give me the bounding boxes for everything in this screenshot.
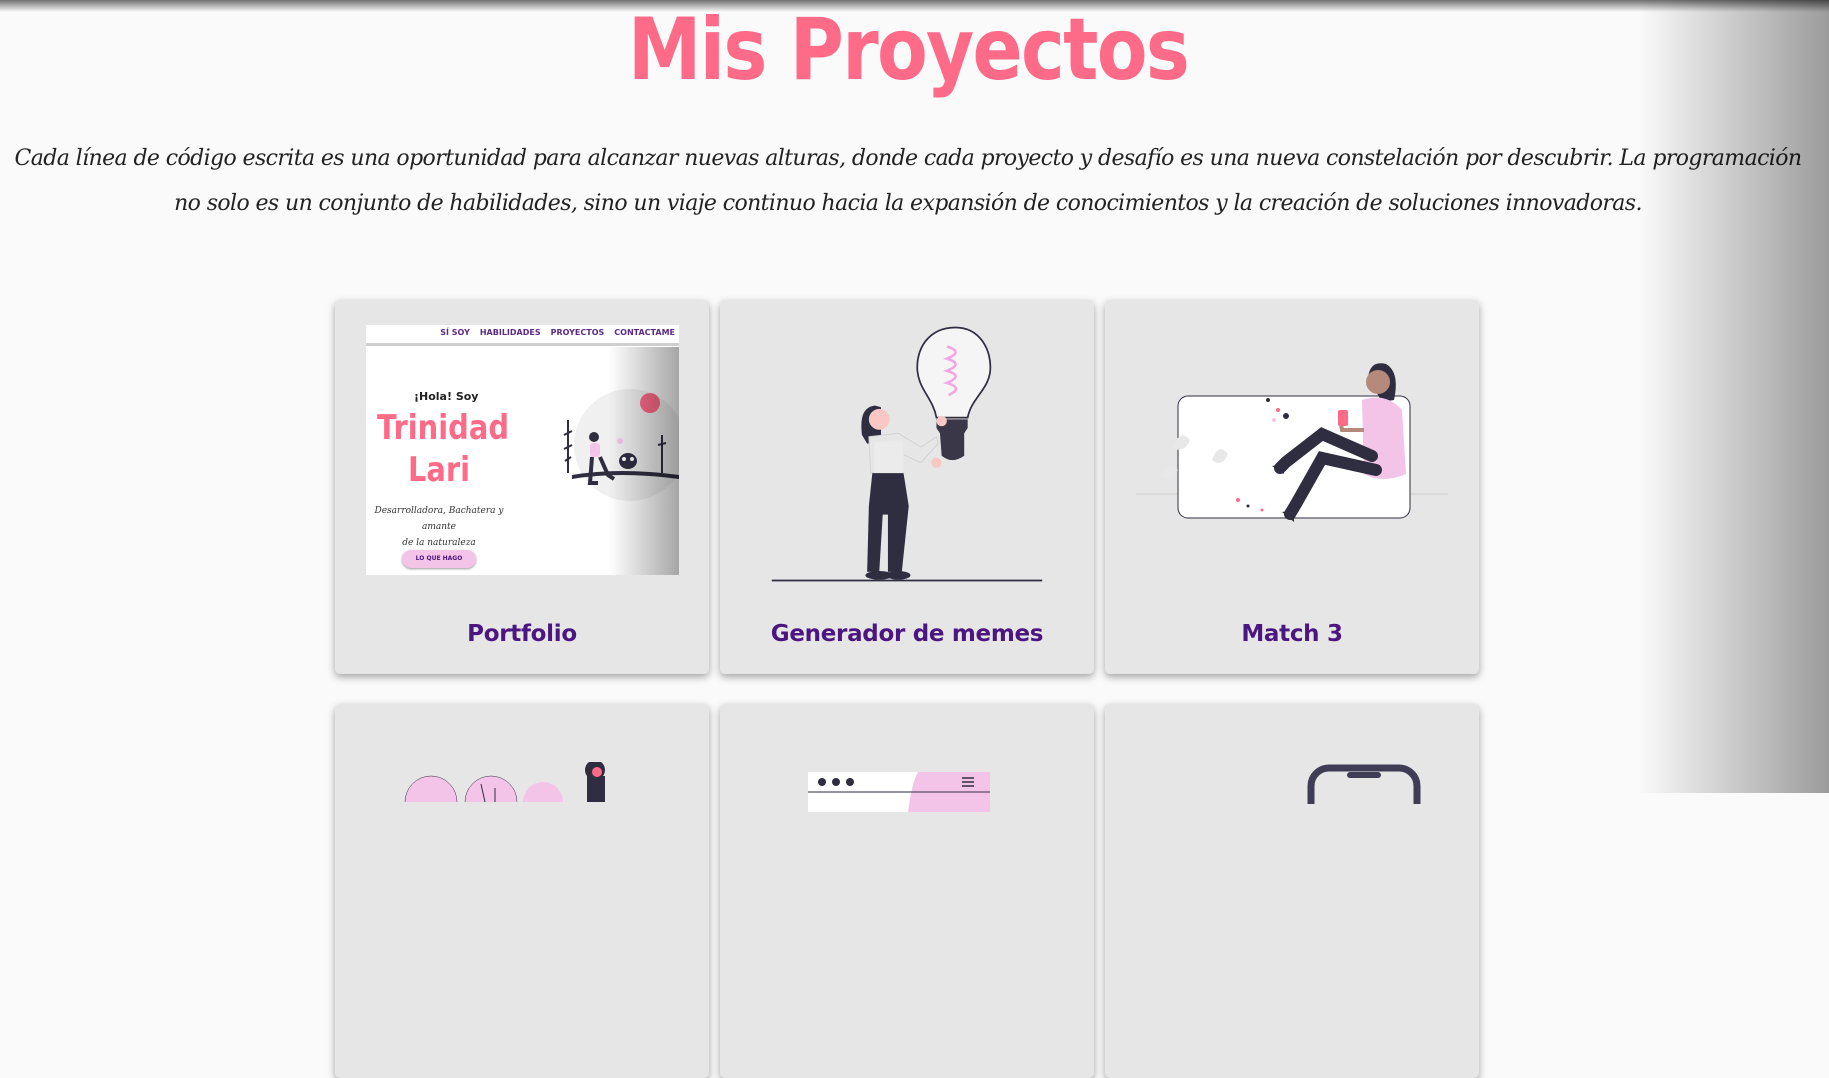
project-card-6[interactable]: [1105, 704, 1479, 1078]
project-card-portfolio[interactable]: SÍ SOY HABILIDADES PROYECTOS CONTACTAME …: [335, 300, 709, 674]
mini-fade: [609, 347, 679, 575]
page-title: Mis Proyectos: [627, 0, 1190, 100]
mini-nav: SÍ SOY HABILIDADES PROYECTOS CONTACTAME: [440, 328, 675, 337]
intro-paragraph: Cada línea de código escrita es una opor…: [14, 146, 1803, 216]
mini-name-line1: Trinidad: [376, 408, 510, 448]
portfolio-screenshot: SÍ SOY HABILIDADES PROYECTOS CONTACTAME …: [366, 325, 679, 575]
browser-window-illustration: [808, 772, 990, 812]
mini-nav-item: CONTACTAME: [614, 328, 675, 337]
phone-user-illustration: [1136, 363, 1448, 522]
right-edge-shadow: [1639, 0, 1829, 793]
smartphone-illustration: [1307, 764, 1421, 804]
mini-nav-item: SÍ SOY: [440, 328, 470, 337]
mini-nav-item: HABILIDADES: [479, 328, 541, 337]
mini-description-line2: de la naturaleza: [402, 538, 476, 548]
lightbulb-illustration: [771, 326, 1043, 582]
mini-description: Desarrolladora, Bachatera y amante de la…: [366, 503, 512, 551]
project-card-4[interactable]: [335, 704, 709, 1078]
project-title[interactable]: Portfolio: [335, 621, 709, 647]
mini-name-line2: Lari: [407, 450, 471, 490]
mini-divider: [366, 343, 679, 346]
mini-nav-item: PROYECTOS: [550, 328, 605, 337]
project-card-match3[interactable]: Match 3: [1105, 300, 1479, 674]
project-card-memes[interactable]: Generador de memes: [720, 300, 1094, 674]
mini-name: Trinidad Lari: [376, 407, 510, 491]
mini-description-line1: Desarrolladora, Bachatera y amante: [374, 506, 504, 532]
project-title[interactable]: Generador de memes: [720, 621, 1094, 647]
project-title[interactable]: Match 3: [1105, 621, 1479, 647]
mini-cta-button: LO QUE HAGO: [402, 550, 476, 568]
project-card-5[interactable]: [720, 704, 1094, 1078]
analytics-illustration: [404, 762, 605, 802]
mini-greeting: ¡Hola! Soy: [414, 390, 479, 403]
